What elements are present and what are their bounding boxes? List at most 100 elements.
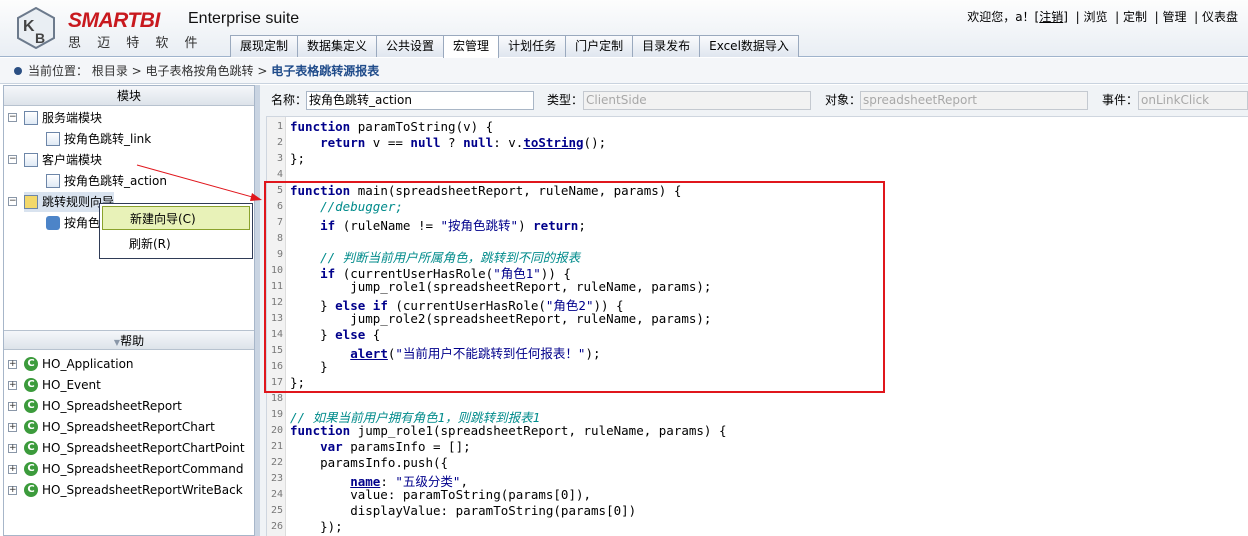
line-number: 14 xyxy=(270,329,283,340)
tab-macro-management[interactable]: 宏管理 xyxy=(443,35,500,58)
nav-manage-link[interactable]: 管理 xyxy=(1162,10,1186,24)
line-number: 16 xyxy=(270,361,283,372)
help-item[interactable]: C HO_Application xyxy=(24,354,134,374)
help-item[interactable]: C HO_SpreadsheetReportChart xyxy=(24,417,215,437)
breadcrumb-path[interactable]: 根目录 > 电子表格按角色跳转 > xyxy=(92,64,268,78)
app-header: K B SMARTBI 思 迈 特 软 件 Enterprise suite 欢… xyxy=(0,0,1248,58)
object-label: 对象： xyxy=(825,93,862,107)
tree-label: 按角色跳转_action xyxy=(64,174,167,188)
help-title-text: 帮助 xyxy=(120,334,145,348)
line-number: 6 xyxy=(276,201,283,212)
name-label: 名称： xyxy=(271,93,308,107)
expand-icon[interactable]: + xyxy=(8,381,17,390)
event-field: onLinkClick xyxy=(1138,91,1248,110)
name-field[interactable]: 按角色跳转_action xyxy=(306,91,534,110)
line-number: 23 xyxy=(270,473,283,484)
menu-item-new-wizard[interactable]: 新建向导(C) xyxy=(102,206,250,230)
module-panel-title: 模块 xyxy=(4,86,254,106)
code-line: } xyxy=(290,359,328,374)
line-number: 22 xyxy=(270,457,283,468)
tree-node-server-module[interactable]: 服务端模块 xyxy=(24,108,102,128)
svg-text:K: K xyxy=(23,18,35,35)
tree-node-client-module[interactable]: 客户端模块 xyxy=(24,150,102,170)
help-item[interactable]: C HO_SpreadsheetReportWriteBack xyxy=(24,480,243,500)
tree-node-role-rule[interactable]: 按角色 xyxy=(46,213,100,233)
line-number: 2 xyxy=(276,137,283,148)
line-number: 25 xyxy=(270,505,283,516)
class-icon: C xyxy=(24,419,38,434)
tab-dataset[interactable]: 数据集定义 xyxy=(297,35,378,57)
expand-icon[interactable]: + xyxy=(8,402,17,411)
brand-name: SMARTBI xyxy=(68,9,160,32)
menu-item-refresh[interactable]: 刷新(R) xyxy=(102,232,250,256)
breadcrumb-bullet-icon xyxy=(14,66,22,75)
code-line: function main(spreadsheetReport, ruleNam… xyxy=(290,183,682,198)
line-number: 1 xyxy=(276,121,283,132)
client-module-icon xyxy=(24,152,38,167)
nav-custom-link[interactable]: 定制 xyxy=(1123,10,1147,24)
server-module-icon xyxy=(24,110,38,125)
brand-subtitle: 思 迈 特 软 件 xyxy=(68,36,204,51)
code-line: var paramsInfo = []; xyxy=(320,439,471,454)
expand-icon[interactable]: + xyxy=(8,465,17,474)
collapse-icon[interactable]: − xyxy=(8,113,17,122)
nav-dashboard-link[interactable]: 仪表盘 xyxy=(1202,10,1238,24)
smartbi-logo-icon: K B xyxy=(17,7,55,49)
line-number: 8 xyxy=(276,233,283,244)
line-number: 4 xyxy=(276,169,283,180)
tree-label: 按角色跳转_link xyxy=(64,132,152,146)
expand-icon[interactable]: + xyxy=(8,486,17,495)
expand-icon[interactable]: + xyxy=(8,423,17,432)
code-line: value: paramToString(params[0]), xyxy=(290,487,592,502)
rule-icon xyxy=(46,215,60,230)
code-line: if (ruleName != "按角色跳转") return; xyxy=(320,218,586,233)
help-item[interactable]: C HO_SpreadsheetReportCommand xyxy=(24,459,244,479)
expand-icon[interactable]: + xyxy=(8,360,17,369)
collapse-icon[interactable]: − xyxy=(8,197,17,206)
code-line: }); xyxy=(290,519,343,534)
help-item[interactable]: C HO_SpreadsheetReport xyxy=(24,396,182,416)
tab-public-settings[interactable]: 公共设置 xyxy=(376,35,445,57)
macro-file-icon xyxy=(46,173,60,188)
macro-file-icon xyxy=(46,131,60,146)
tree-node-link-macro[interactable]: 按角色跳转_link xyxy=(46,129,151,149)
wizard-icon xyxy=(24,194,38,209)
code-line: } else if (currentUserHasRole("角色2")) { xyxy=(290,298,624,313)
nav-browse-link[interactable]: 浏览 xyxy=(1083,10,1107,24)
line-number: 18 xyxy=(270,393,283,404)
expand-icon[interactable]: + xyxy=(8,444,17,453)
welcome-text: 欢迎您，a！[ xyxy=(967,10,1040,24)
breadcrumb: 当前位置： 根目录 > 电子表格按角色跳转 > 电子表格跳转源报表 xyxy=(0,58,1248,84)
tab-excel-import[interactable]: Excel数据导入 xyxy=(699,35,799,57)
code-line: function paramToString(v) { xyxy=(290,119,494,134)
help-item-label: HO_Event xyxy=(42,378,101,392)
help-item[interactable]: C HO_SpreadsheetReportChartPoint xyxy=(24,438,245,458)
code-line: if (currentUserHasRole("角色1")) { xyxy=(320,266,571,281)
type-label: 类型： xyxy=(547,93,584,107)
code-line: //debugger; xyxy=(320,199,403,214)
type-field: ClientSide xyxy=(583,91,811,110)
collapse-icon[interactable]: − xyxy=(8,155,17,164)
tab-report-custom[interactable]: 展现定制 xyxy=(230,35,299,57)
code-editor[interactable]: 1 2 3 4 5 6 7 8 9 10 11 12 13 14 15 16 17 18 19 20 21 22 23 24 2… xyxy=(266,116,1248,536)
help-panel-title: ▼帮助 xyxy=(4,330,254,350)
tab-portal[interactable]: 门户定制 xyxy=(565,35,634,57)
event-label: 事件： xyxy=(1102,93,1139,107)
code-line: paramsInfo.push({ xyxy=(290,455,449,470)
code-line: jump_role2(spreadsheetReport, ruleName, … xyxy=(290,311,712,326)
line-number: 3 xyxy=(276,153,283,164)
tab-catalog-publish[interactable]: 目录发布 xyxy=(632,35,701,57)
class-icon: C xyxy=(24,398,38,413)
tree-node-action-macro[interactable]: 按角色跳转_action xyxy=(46,171,167,191)
code-line: jump_role1(spreadsheetReport, ruleName, … xyxy=(290,279,712,294)
code-line: return v == null ? null: v.toString(); xyxy=(320,135,607,150)
class-icon: C xyxy=(24,461,38,476)
help-item-label: HO_SpreadsheetReportChart xyxy=(42,420,215,434)
code-line: }; xyxy=(290,375,306,390)
help-item[interactable]: C HO_Event xyxy=(24,375,101,395)
line-number: 9 xyxy=(276,249,283,260)
tab-schedule[interactable]: 计划任务 xyxy=(498,35,567,57)
line-number: 17 xyxy=(270,377,283,388)
logout-link[interactable]: 注销 xyxy=(1039,10,1063,24)
line-number: 11 xyxy=(270,281,283,292)
